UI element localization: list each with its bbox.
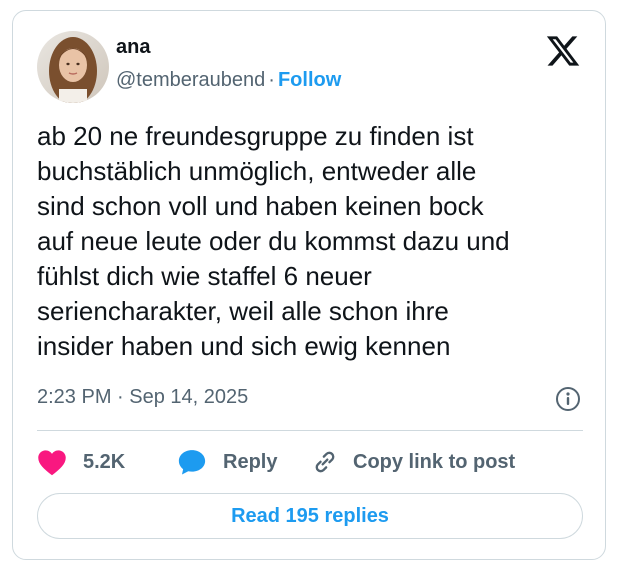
reply-button[interactable]: Reply	[177, 447, 277, 477]
author-meta-row: @temberaubend · Follow	[116, 69, 341, 92]
copy-link-button[interactable]: Copy link to post	[311, 447, 515, 477]
post-text-line: ab 20 ne freundesgruppe zu finden ist	[37, 121, 474, 151]
reply-label: Reply	[223, 450, 278, 473]
like-button[interactable]: 5.2K	[37, 447, 125, 477]
info-icon[interactable]	[555, 386, 581, 412]
link-icon	[311, 448, 339, 476]
author-name[interactable]: ana	[116, 36, 150, 59]
heart-icon	[37, 448, 67, 476]
separator-dot: ·	[268, 69, 275, 91]
post-text: ab 20 ne freundesgruppe zu finden ist bu…	[37, 119, 593, 364]
read-replies-button[interactable]: Read 195 replies	[37, 493, 583, 539]
embedded-post-card: ana @temberaubend · Follow ab 20 ne freund…	[12, 10, 606, 560]
post-timestamp[interactable]: 2:23 PM · Sep 14, 2025	[37, 386, 248, 409]
copy-link-label: Copy link to post	[353, 450, 516, 473]
author-handle[interactable]: @temberaubend	[116, 69, 265, 91]
avatar[interactable]	[37, 31, 109, 103]
read-replies-label: Read 195 replies	[231, 504, 389, 527]
post-text-line: buchstäblich unmöglich, entweder alle	[37, 156, 477, 186]
post-text-line: seriencharakter, weil alle schon ihre	[37, 296, 449, 326]
post-text-line: insider haben und sich ewig kennen	[37, 331, 451, 361]
post-text-line: fühlst dich wie staffel 6 neuer	[37, 261, 372, 291]
action-bar: 5.2K Reply Copy link to post	[37, 447, 583, 477]
like-count: 5.2K	[83, 450, 126, 473]
speech-bubble-icon	[177, 448, 207, 476]
post-text-line: sind schon voll und haben keinen bock	[37, 191, 484, 221]
x-logo-icon[interactable]	[545, 33, 581, 69]
divider	[37, 430, 583, 431]
avatar-image	[37, 31, 109, 103]
follow-button[interactable]: Follow	[278, 69, 341, 91]
post-text-line: auf neue leute oder du kommst dazu und	[37, 226, 510, 256]
